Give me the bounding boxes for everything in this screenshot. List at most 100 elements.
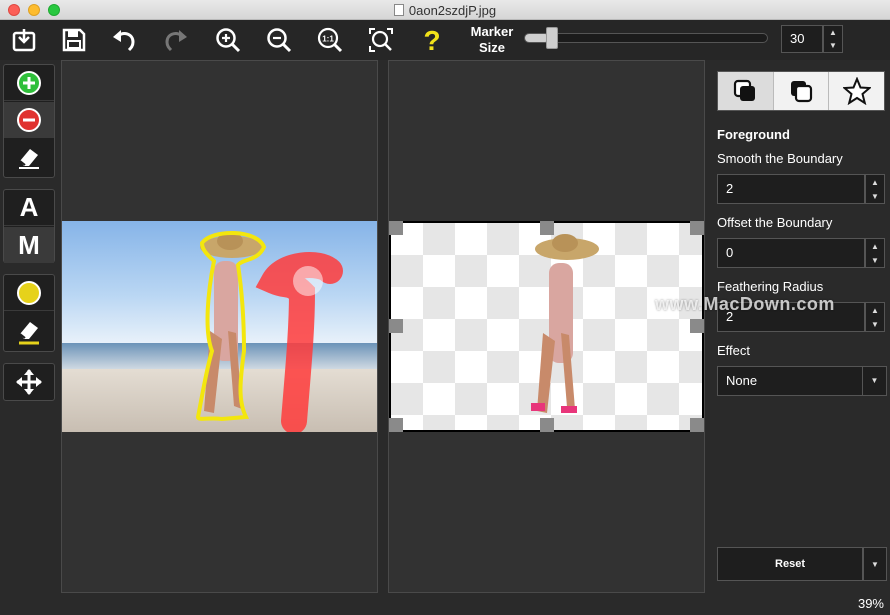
background-tab-icon xyxy=(791,81,813,103)
chevron-down-icon: ▼ xyxy=(862,367,886,395)
second-child xyxy=(293,266,323,296)
reset-menu-button[interactable]: ▼ xyxy=(863,547,887,581)
minus-circle-icon xyxy=(17,107,41,132)
smooth-stepper[interactable]: ▲ ▼ xyxy=(865,174,885,204)
effect-select[interactable]: None ▼ xyxy=(717,366,887,396)
svg-text:1:1: 1:1 xyxy=(322,35,334,44)
window-title: 0aon2szdjP.jpg xyxy=(0,3,890,18)
save-icon xyxy=(62,28,86,52)
redo-icon xyxy=(165,30,187,52)
document-icon xyxy=(393,4,404,16)
remove-marker-tool[interactable] xyxy=(4,102,54,138)
marker-tools-group xyxy=(3,64,55,178)
hair-eraser-tool[interactable] xyxy=(4,313,54,351)
crop-handle-right[interactable] xyxy=(690,319,704,333)
preview-panel[interactable] xyxy=(388,60,705,593)
zoom-fit-button[interactable] xyxy=(366,25,396,55)
app-window: 0aon2szdjP.jpg 1:1 ? Marker Size 30 ▲ ▼ … xyxy=(0,0,890,615)
sidebar-tabs xyxy=(717,71,885,111)
crop-handle-bottom-left[interactable] xyxy=(389,418,403,432)
chevron-up-icon[interactable]: ▲ xyxy=(824,26,842,39)
offset-stepper[interactable]: ▲ ▼ xyxy=(865,238,885,268)
eraser-icon xyxy=(19,149,39,169)
chevron-up-icon[interactable]: ▲ xyxy=(866,239,884,253)
zoom-out-icon xyxy=(267,28,292,53)
chevron-down-icon[interactable]: ▼ xyxy=(866,189,884,203)
zoom-level: 39% xyxy=(857,596,884,611)
watermark-text: www.MacDown.com xyxy=(655,294,835,314)
auto-mode-tool[interactable]: A xyxy=(4,190,54,226)
star-icon xyxy=(842,77,871,105)
chevron-down-icon[interactable]: ▼ xyxy=(824,39,842,52)
import-icon xyxy=(12,29,36,52)
tab-effects[interactable] xyxy=(829,72,884,110)
smooth-label: Smooth the Boundary xyxy=(717,151,843,166)
tab-background[interactable] xyxy=(774,72,830,110)
cutout-figure xyxy=(531,234,599,413)
zoom-in-button[interactable] xyxy=(213,25,243,55)
settings-sidebar: Foreground Smooth the Boundary 2 ▲ ▼ Off… xyxy=(712,60,890,615)
marker-size-slider[interactable] xyxy=(524,33,768,43)
eraser-yellow-icon xyxy=(19,322,39,345)
move-tool[interactable] xyxy=(4,364,54,400)
help-icon: ? xyxy=(423,26,440,54)
offset-label: Offset the Boundary xyxy=(717,215,833,230)
section-title: Foreground xyxy=(717,127,790,142)
zoom-actual-icon: 1:1 xyxy=(317,27,343,53)
chevron-down-icon[interactable]: ▼ xyxy=(866,317,884,331)
zoom-actual-button[interactable]: 1:1 xyxy=(315,25,345,55)
effect-select-value: None xyxy=(726,373,758,388)
keep-marker-tool[interactable] xyxy=(4,65,54,101)
crop-handle-left[interactable] xyxy=(389,319,403,333)
offset-input[interactable]: 0 xyxy=(717,238,865,268)
manual-mode-tool[interactable]: M xyxy=(4,227,54,263)
source-image-panel[interactable] xyxy=(61,60,378,593)
save-button[interactable] xyxy=(59,25,89,55)
move-icon xyxy=(16,369,42,395)
crop-handle-top[interactable] xyxy=(540,221,554,235)
marker-size-input[interactable]: 30 xyxy=(781,25,823,53)
auto-mode-label: A xyxy=(19,192,39,222)
marker-size-stepper[interactable]: ▲ ▼ xyxy=(823,25,843,53)
crop-handle-top-right[interactable] xyxy=(690,221,704,235)
zoom-out-button[interactable] xyxy=(264,25,294,55)
eraser-tool[interactable] xyxy=(4,139,54,175)
feather-label: Feathering Radius xyxy=(717,279,824,294)
window-title-text: 0aon2szdjP.jpg xyxy=(408,3,497,18)
smooth-input[interactable]: 2 xyxy=(717,174,865,204)
mode-tools-group: A M xyxy=(3,189,55,263)
markup-overlay xyxy=(195,231,343,432)
import-button[interactable] xyxy=(9,25,39,55)
yellow-circle-icon xyxy=(17,280,41,305)
feather-stepper[interactable]: ▲ ▼ xyxy=(865,302,885,332)
marker-label-line1: Marker xyxy=(470,24,514,39)
undo-button[interactable] xyxy=(109,25,139,55)
marker-size-label: Marker Size xyxy=(466,24,518,56)
reset-button[interactable]: Reset xyxy=(717,547,863,581)
undo-icon xyxy=(113,30,135,52)
chevron-up-icon[interactable]: ▲ xyxy=(866,303,884,317)
hair-tools-group xyxy=(3,274,55,352)
chevron-up-icon[interactable]: ▲ xyxy=(866,175,884,189)
foreground-tab-icon xyxy=(734,79,756,101)
marker-size-slider-thumb[interactable] xyxy=(546,27,558,49)
zoom-fit-icon xyxy=(369,28,393,52)
svg-text:?: ? xyxy=(423,26,440,54)
move-tool-group xyxy=(3,363,55,401)
cutout-preview[interactable] xyxy=(389,221,704,432)
plus-circle-icon xyxy=(17,70,41,95)
effect-label: Effect xyxy=(717,343,751,358)
crop-handle-bottom-right[interactable] xyxy=(690,418,704,432)
redo-button[interactable] xyxy=(161,25,191,55)
crop-handle-top-left[interactable] xyxy=(389,221,403,235)
crop-handle-bottom[interactable] xyxy=(540,418,554,432)
marker-label-line2: Size xyxy=(478,40,505,55)
zoom-in-icon xyxy=(216,28,241,53)
source-photo[interactable] xyxy=(62,221,377,432)
manual-mode-label: M xyxy=(18,229,40,260)
hair-marker-tool[interactable] xyxy=(4,275,54,311)
chevron-down-icon[interactable]: ▼ xyxy=(866,253,884,267)
title-bar: 0aon2szdjP.jpg xyxy=(0,0,890,20)
help-button[interactable]: ? xyxy=(417,25,447,55)
tab-foreground[interactable] xyxy=(718,72,774,110)
